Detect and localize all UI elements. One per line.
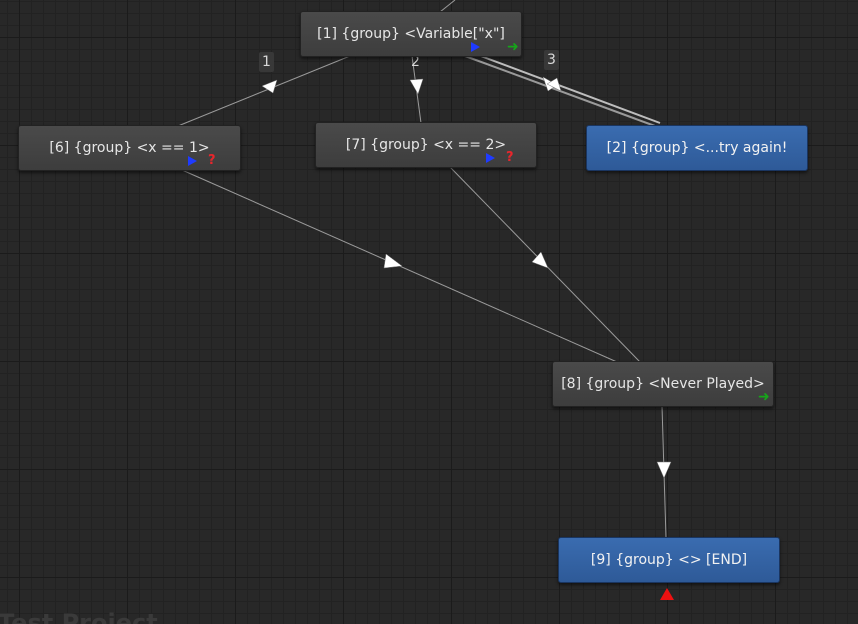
edge-6-to-8-arrow: [383, 253, 403, 269]
node-7-x-equals-2[interactable]: [7] {group} <x == 2> ?: [315, 122, 537, 168]
node-1-label: [1] {group} <Variable["x"]: [317, 26, 505, 42]
project-watermark: Test Project: [0, 609, 158, 624]
node-9-label: [9] {group} <> [END]: [590, 552, 748, 568]
output-port-icon[interactable]: ➜: [507, 40, 519, 54]
node-2-try-again[interactable]: [2] {group} <...try again!: [586, 125, 808, 171]
input-port-icon[interactable]: [471, 42, 480, 52]
input-port-icon[interactable]: [188, 156, 197, 166]
edge-8-to-9-arrow: [656, 461, 672, 479]
condition-question-icon[interactable]: ?: [506, 151, 514, 164]
node-6-x-equals-1[interactable]: [6] {group} <x == 1> ?: [18, 125, 241, 171]
graph-canvas[interactable]: 1 2 3 [1] {group} <Variable["x"] ➜ [6] {…: [0, 0, 858, 624]
node-6-label: [6] {group} <x == 1>: [49, 140, 210, 156]
edges-layer: [177, 0, 672, 539]
node-7-label: [7] {group} <x == 2>: [345, 137, 507, 153]
edge-label-1: 1: [259, 52, 274, 72]
edge-label-3: 3: [544, 50, 559, 70]
node-8-never-played[interactable]: [8] {group} <Never Played> ➜: [552, 361, 774, 407]
edge-1-to-2[interactable]: [464, 55, 656, 127]
node-1-variable-x[interactable]: [1] {group} <Variable["x"] ➜: [300, 11, 522, 57]
edge-7-to-8-arrow: [531, 251, 549, 269]
edge-1-to-7-arrow: [409, 78, 424, 95]
node-9-end[interactable]: [9] {group} <> [END]: [558, 537, 780, 583]
edge-2-to-1[interactable]: [469, 51, 661, 124]
end-marker-triangle-icon: [660, 588, 674, 600]
node-8-label: [8] {group} <Never Played>: [561, 376, 765, 392]
output-port-icon[interactable]: ➜: [758, 390, 770, 404]
condition-question-icon[interactable]: ?: [208, 154, 216, 167]
node-2-label: [2] {group} <...try again!: [606, 140, 788, 156]
input-port-icon[interactable]: [486, 153, 495, 163]
